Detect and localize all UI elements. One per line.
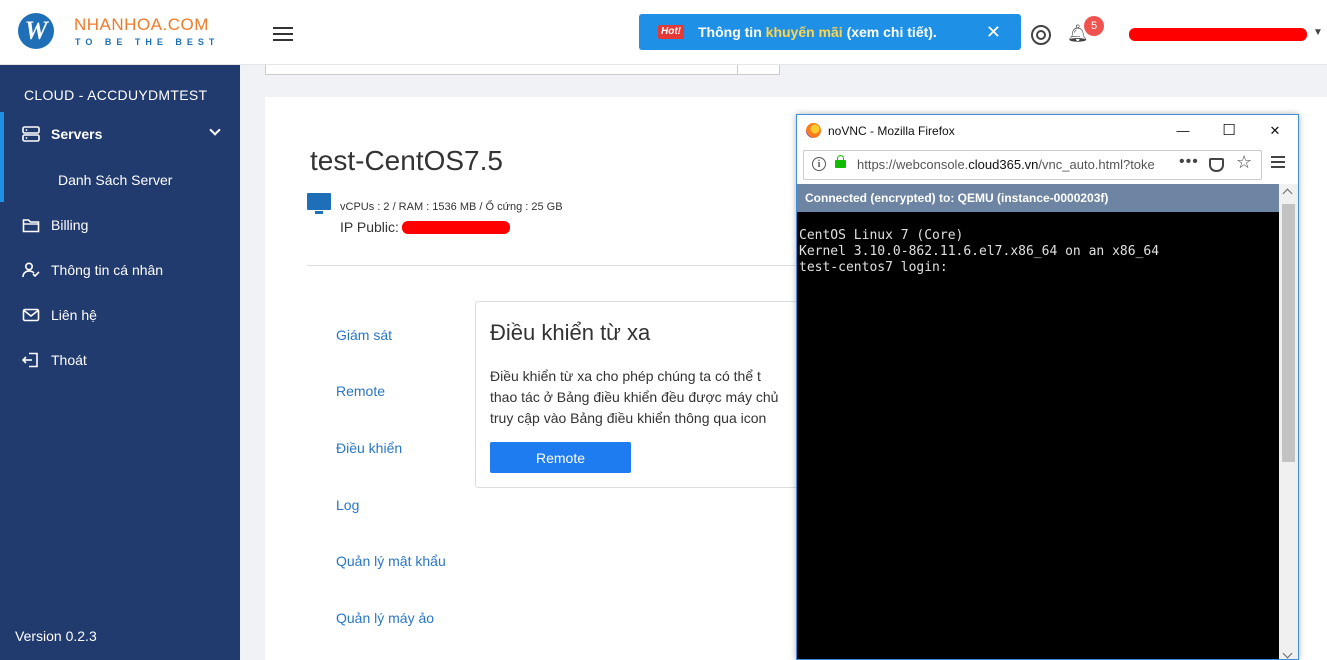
remote-panel: Điều khiển từ xa Điều khiển từ xa cho ph… <box>475 301 815 488</box>
vnc-status-bar: Connected (encrypted) to: QEMU (instance… <box>797 184 1279 212</box>
sidebar-item-label: Thông tin cá nhân <box>51 262 164 278</box>
menu-icon[interactable] <box>273 27 293 41</box>
bookmark-star-icon[interactable]: ☆ <box>1236 152 1252 173</box>
logo-icon[interactable]: W <box>18 13 54 49</box>
remote-button[interactable]: Remote <box>490 442 631 473</box>
user-icon <box>22 262 40 278</box>
sidebar-title: CLOUD - ACCDUYDMTEST <box>24 87 208 103</box>
firefox-icon <box>806 123 821 138</box>
ip-redacted <box>402 221 510 234</box>
scrollbar[interactable] <box>1279 184 1298 659</box>
chevron-down-icon[interactable] <box>209 124 221 136</box>
terminal-line: CentOS Linux 7 (Core) <box>799 228 964 243</box>
server-spec: vCPUs : 2 / RAM : 1536 MB / Ổ cứng : 25 … <box>340 201 563 213</box>
sidebar-item-label: Thoát <box>51 352 87 368</box>
previous-panel-edge <box>265 65 780 75</box>
sidebar-item-contact[interactable]: Liên hệ <box>0 295 240 335</box>
vnc-console[interactable]: CentOS Linux 7 (Core) Kernel 3.10.0-862.… <box>797 212 1279 659</box>
lock-icon[interactable] <box>835 155 846 168</box>
folder-icon <box>22 219 40 233</box>
sidebar-item-billing[interactable]: Billing <box>0 205 240 245</box>
page-actions-icon[interactable]: ••• <box>1179 153 1199 171</box>
server-icon <box>22 126 40 142</box>
tab-remote[interactable]: Remote <box>336 383 385 399</box>
brand-slogan: TO BE THE BEST <box>75 37 220 47</box>
divider <box>307 265 807 266</box>
ip-label: IP Public: <box>340 219 399 235</box>
sidebar-item-profile[interactable]: Thông tin cá nhân <box>0 250 240 290</box>
sidebar-item-label: Billing <box>51 217 89 233</box>
hot-badge: Hot! <box>658 25 684 39</box>
monitor-icon <box>307 193 331 214</box>
address-bar[interactable]: i https://webconsole.cloud365.vn/vnc_aut… <box>803 150 1262 180</box>
server-name: test-CentOS7.5 <box>310 145 503 176</box>
remote-panel-title: Điều khiển từ xa <box>490 320 651 345</box>
remote-panel-description: Điều khiển từ xa cho phép chúng ta có th… <box>490 368 779 426</box>
logout-icon <box>22 352 38 368</box>
chevron-down-icon[interactable]: ▼ <box>1313 27 1323 38</box>
maximize-button[interactable]: ☐ <box>1206 115 1252 147</box>
minimize-button[interactable]: — <box>1160 115 1206 147</box>
browser-menu-icon[interactable] <box>1271 156 1285 168</box>
pocket-icon[interactable] <box>1209 158 1224 172</box>
sidebar: CLOUD - ACCDUYDMTEST Servers Danh Sách S… <box>0 65 240 660</box>
terminal-line: Kernel 3.10.0-862.11.6.el7.x86_64 on an … <box>799 244 1160 259</box>
promo-text[interactable]: Thông tin khuyến mãi (xem chi tiết). <box>698 14 937 50</box>
window-title: noVNC - Mozilla Firefox <box>828 124 955 138</box>
top-header: W NHANHOA.COM TO BE THE BEST Hot! Thông … <box>0 0 1327 65</box>
scroll-up-icon[interactable] <box>1282 188 1293 199</box>
sidebar-subitem-server-list[interactable]: Danh Sách Server <box>58 160 172 200</box>
promo-banner[interactable]: Hot! Thông tin khuyến mãi (xem chi tiết)… <box>639 14 1021 50</box>
tab-monitoring[interactable]: Giám sát <box>336 327 392 343</box>
window-titlebar[interactable]: noVNC - Mozilla Firefox — ☐ ✕ <box>797 115 1298 147</box>
sidebar-item-servers[interactable]: Servers <box>0 114 240 154</box>
scroll-down-icon[interactable] <box>1282 648 1293 659</box>
url-text[interactable]: https://webconsole.cloud365.vn/vnc_auto.… <box>857 157 1174 172</box>
tab-vm-management[interactable]: Quản lý máy ảo <box>336 610 434 626</box>
sidebar-item-label: Servers <box>51 126 103 142</box>
mail-icon <box>22 308 40 322</box>
novnc-browser-window[interactable]: noVNC - Mozilla Firefox — ☐ ✕ i https://… <box>796 114 1299 660</box>
scrollbar-thumb[interactable] <box>1282 204 1295 462</box>
app-version: Version 0.2.3 <box>15 628 97 644</box>
lifebuoy-icon[interactable] <box>1031 25 1051 45</box>
notification-badge: 5 <box>1084 16 1104 36</box>
terminal-line: test-centos7 login: <box>799 260 948 275</box>
info-icon[interactable]: i <box>812 157 826 171</box>
user-name-redacted[interactable] <box>1129 28 1307 41</box>
sidebar-item-logout[interactable]: Thoát <box>0 340 240 380</box>
sidebar-item-label: Liên hệ <box>51 307 97 323</box>
promo-close-icon[interactable]: ✕ <box>986 14 1001 50</box>
tab-password[interactable]: Quản lý mật khẩu <box>336 553 446 569</box>
close-button[interactable]: ✕ <box>1252 115 1298 147</box>
tab-control[interactable]: Điều khiển <box>336 440 402 456</box>
tab-log[interactable]: Log <box>336 497 359 513</box>
brand-name[interactable]: NHANHOA.COM <box>74 15 209 35</box>
